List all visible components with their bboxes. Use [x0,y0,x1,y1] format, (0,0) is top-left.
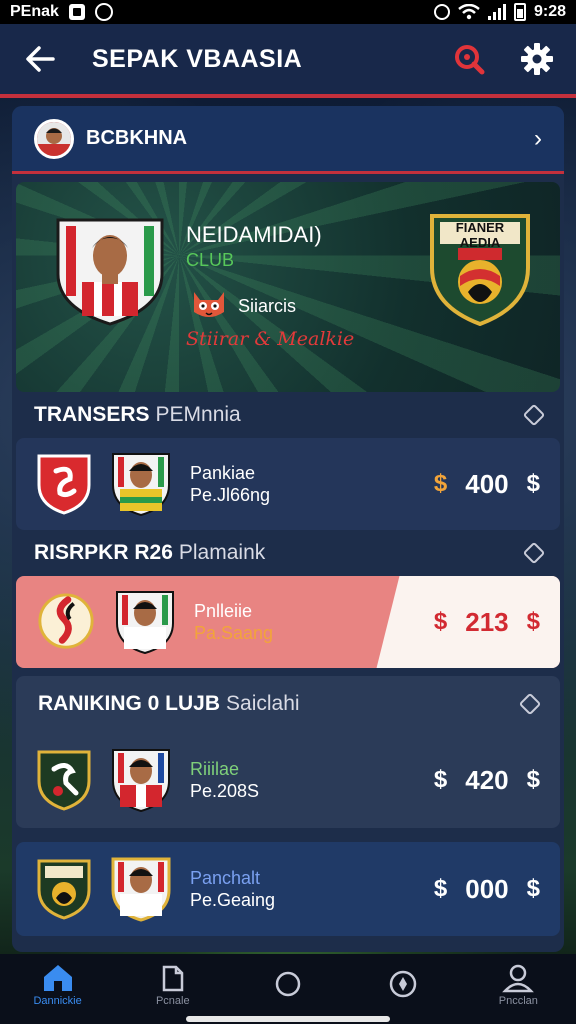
section-header-transfers[interactable]: TRANSERS PEMnnia [12,392,564,438]
app-title: SEPAK VBAASIA [92,44,303,73]
price-value: 213 [465,606,509,637]
profile-icon [502,964,535,993]
nav-home[interactable]: Dannickie [13,963,103,1007]
player-avatar-icon [112,453,170,517]
player-name: Panchalt [190,867,261,888]
diamond-icon [522,403,546,427]
nav-label: Pncclan [498,995,538,1007]
hero-status: Siiarcis [238,296,297,316]
list-item[interactable]: Panchalt Pe.Geaing $ 000 $ [16,842,560,936]
battery-icon [513,3,526,21]
settings-button[interactable] [520,42,554,76]
section-header-club-ranking[interactable]: RANIKING 0 LUJB Saiclahi [16,676,560,732]
section-title: RISRPKR R26 [34,541,173,564]
section-subtitle: Plamaink [178,541,266,564]
price-value: 420 [465,764,509,795]
player-avatar-icon [112,749,170,813]
currency-icon: $ [526,608,540,635]
section-subtitle: Saiclahi [226,692,300,715]
club-crest-icon [37,859,91,920]
nav-shield[interactable] [358,969,448,1001]
diamond-icon [522,541,546,565]
section-header-ranking[interactable]: RISRPKR R26 Plamaink [12,530,564,576]
status-bar: PEnak 9:28 [0,0,576,24]
list-item[interactable]: Pankiae Pe.Jl66ng $ 400 $ [16,438,560,530]
currency-icon: $ [433,470,448,497]
hero-player-name: NEIDAMIDAI) [186,222,322,247]
nav-cards[interactable]: Pcnale [128,963,218,1007]
home-icon [43,965,72,991]
player-position: Pe.208S [190,781,260,801]
sync-icon [94,3,113,21]
player-avatar-icon [111,857,171,922]
price-value: 000 [465,873,509,904]
featured-player-card[interactable]: NEIDAMIDAI) CLUB Siiarcis Stiirar & Meal… [16,182,560,392]
diamond-icon [518,692,542,716]
nav-profile[interactable]: Pncclan [473,963,563,1007]
player-position: Pe.Geaing [190,890,276,910]
main-card: BCBKHNA › NEIDAMIDAI) CLUB Siiarcis Stii… [12,106,564,952]
circle-icon [275,971,301,997]
card-icon [162,965,184,992]
back-arrow-icon [26,46,55,72]
wifi-icon [458,4,480,20]
currency-icon: $ [433,608,448,635]
club-crest-label: FIANER AEDIA [455,220,505,250]
club-crest-icon [37,454,91,515]
player-position: Pe.Jl66ng [190,485,271,505]
player-name: Pankiae [190,462,256,483]
notification-icon [68,4,85,20]
gear-icon [521,43,553,75]
club-crest-icon [38,593,94,649]
app-header: SEPAK VBAASIA [0,24,576,98]
bottom-nav: Dannickie Pcnale Pncclan [0,954,576,1024]
clock: 9:28 [533,3,566,20]
section-subtitle: PEMnnia [155,403,241,426]
hero-club-label: CLUB [186,250,235,270]
section-title: TRANSERS [34,403,150,426]
nav-label: Dannickie [33,995,82,1007]
price-value: 400 [465,468,509,499]
alarm-icon [433,4,450,20]
search-button[interactable] [452,42,486,76]
player-position: Pa.Saang [194,623,274,643]
player-name: Riiilae [190,758,240,779]
currency-icon: $ [433,875,448,902]
nav-label: Pcnale [155,995,190,1007]
carrier-label: PEnak [10,3,59,20]
currency-icon: $ [526,766,540,793]
club-crest-icon [37,750,91,811]
list-item[interactable]: Riiilae Pe.208S $ 420 $ [16,732,560,828]
currency-icon: $ [526,875,540,902]
search-icon [455,45,485,75]
player-avatar-icon [116,591,174,655]
nav-home-circle[interactable] [243,969,333,1001]
player-crest-icon [56,218,164,326]
back-button[interactable] [22,41,58,77]
signal-icon [487,4,506,20]
hero-tagline: Stiirar & Mealkie [186,328,355,350]
home-indicator[interactable] [186,1016,390,1022]
section-title: RANIKING 0 LUJB [38,692,221,715]
player-name: Pnlleiie [194,600,253,621]
currency-icon: $ [526,470,540,497]
profile-row[interactable]: BCBKHNA › [12,106,564,174]
mascot-icon [194,292,224,317]
profile-name: BCBKHNA [86,127,188,149]
avatar [34,118,74,159]
shield-icon [389,970,417,998]
list-item-highlighted[interactable]: Pnlleiie Pa.Saang $ 213 $ [16,576,560,668]
chevron-right-icon: › [534,124,542,152]
currency-icon: $ [433,766,448,793]
